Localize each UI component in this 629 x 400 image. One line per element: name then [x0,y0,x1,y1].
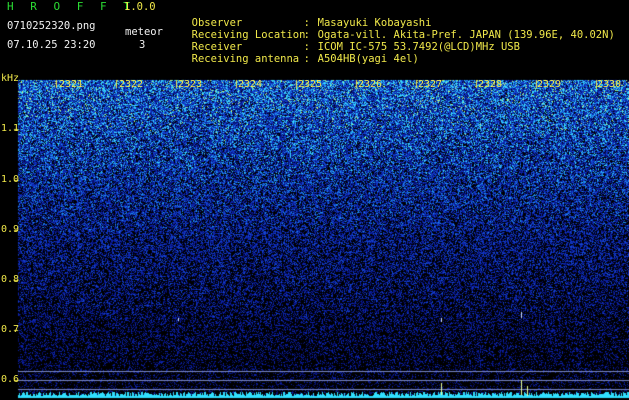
y-tick-label: 0.9 [1,224,20,235]
info-row-antenna: Receiving antenna: A504HB(yagi 4el) [191,53,419,65]
info-value: A504HB(yagi 4el) [317,53,419,65]
y-axis-unit: kHz [1,73,20,84]
x-tick-label: 2325 [298,79,323,90]
app-title: H R O F F T [7,0,135,13]
x-tick-label: 2323 [178,79,203,90]
x-tick-label: 2327 [418,79,443,90]
y-tick-label: 0.8 [1,274,20,285]
y-tick-label: 0.6 [1,374,20,385]
x-tick-label: 2321 [59,79,84,90]
x-tick-label: 2328 [478,79,503,90]
y-tick-label: 1.1 [1,123,20,134]
x-tick-label: 2324 [238,79,263,90]
x-tick-label: 2326 [358,79,383,90]
filename: 0710252320.png [7,20,96,32]
y-tick-label: 1.0 [1,174,20,185]
x-tick-label: 2329 [537,79,562,90]
meteor-count: 3 [139,39,146,51]
meteor-label: meteor [125,26,163,38]
y-tick-label: 0.7 [1,324,20,335]
x-tick-label: 2322 [119,79,144,90]
x-tick-label: 2330 [597,79,622,90]
app-version: 1.0.0 [124,1,156,13]
timestamp: 07.10.25 23:20 [7,39,96,51]
info-key: Receiving antenna [191,53,300,65]
